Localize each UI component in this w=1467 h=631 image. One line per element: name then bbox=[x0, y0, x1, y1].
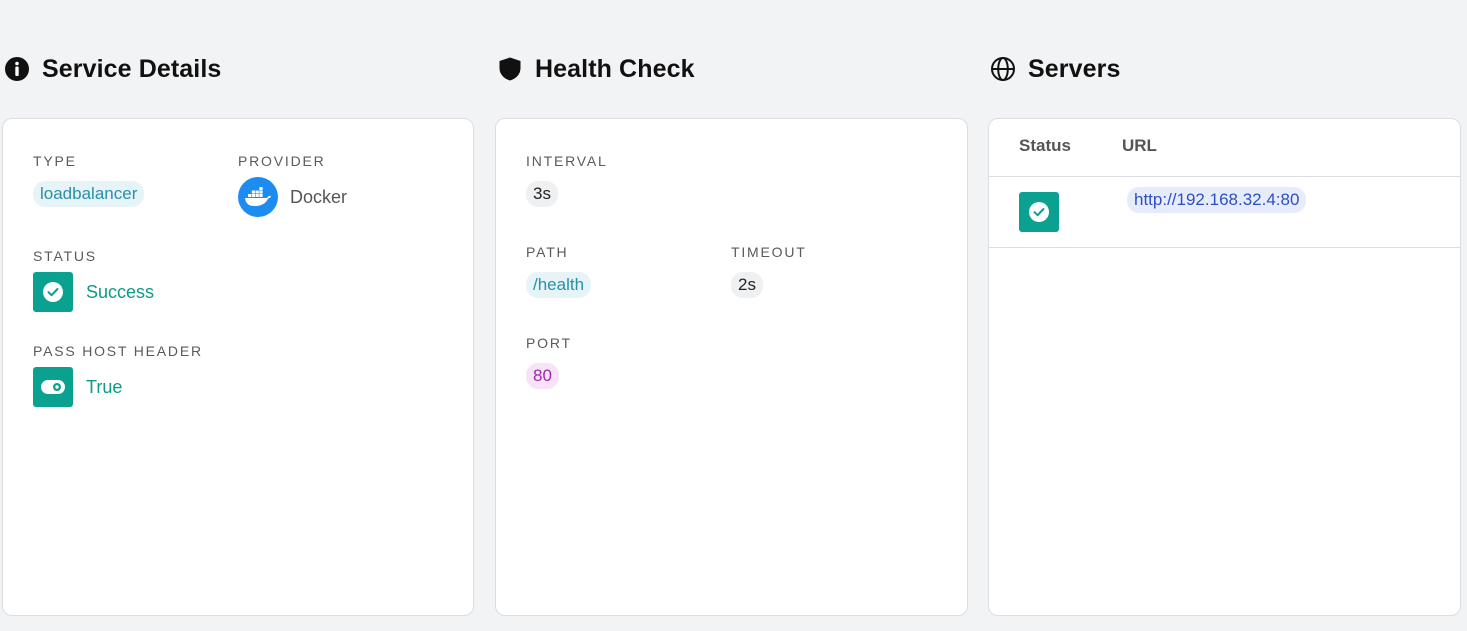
toggle-icon bbox=[33, 367, 73, 407]
port-label: PORT bbox=[526, 335, 572, 351]
health-check-header: Health Check bbox=[497, 52, 695, 86]
provider-field: PROVIDER Docker bbox=[238, 153, 347, 217]
interval-field: INTERVAL 3s bbox=[526, 153, 608, 207]
servers-header: Servers bbox=[990, 52, 1120, 86]
pass-host-header-value: True bbox=[86, 376, 123, 397]
type-field: TYPE loadbalancer bbox=[33, 153, 145, 207]
servers-title: Servers bbox=[1028, 54, 1121, 83]
timeout-value: 2s bbox=[731, 272, 763, 298]
servers-table-header: Status URL bbox=[989, 119, 1460, 177]
interval-value: 3s bbox=[526, 181, 558, 207]
info-circle-icon bbox=[4, 56, 30, 82]
pass-host-header-field: PASS HOST HEADER True bbox=[33, 343, 203, 407]
status-label: STATUS bbox=[33, 248, 97, 264]
port-field: PORT 80 bbox=[526, 335, 572, 389]
column-header-status: Status bbox=[1019, 136, 1071, 155]
provider-value: Docker bbox=[290, 186, 348, 207]
docker-icon bbox=[238, 177, 278, 217]
service-details-header: Service Details bbox=[4, 52, 221, 86]
provider-label: PROVIDER bbox=[238, 153, 326, 169]
service-details-title: Service Details bbox=[42, 54, 222, 83]
port-value: 80 bbox=[526, 363, 559, 389]
path-value: /health bbox=[526, 272, 592, 298]
server-url-link[interactable]: http://192.168.32.4:80 bbox=[1127, 187, 1307, 213]
interval-label: INTERVAL bbox=[526, 153, 608, 169]
column-header-url: URL bbox=[1122, 136, 1157, 155]
status-field: STATUS Success bbox=[33, 248, 154, 312]
path-field: PATH /health bbox=[526, 244, 592, 298]
timeout-field: TIMEOUT 2s bbox=[731, 244, 807, 298]
servers-card: Status URL http://192.168.32.4:80 bbox=[988, 118, 1461, 616]
check-circle-icon bbox=[1019, 192, 1059, 232]
type-label: TYPE bbox=[33, 153, 77, 169]
health-check-title: Health Check bbox=[535, 54, 695, 83]
service-details-card: TYPE loadbalancer PROVIDER Docker STATUS… bbox=[2, 118, 474, 616]
shield-icon bbox=[497, 56, 523, 82]
check-circle-icon bbox=[33, 272, 73, 312]
path-label: PATH bbox=[526, 244, 569, 260]
type-value: loadbalancer bbox=[33, 181, 145, 207]
globe-icon bbox=[990, 56, 1016, 82]
pass-host-header-label: PASS HOST HEADER bbox=[33, 343, 203, 359]
health-check-card: INTERVAL 3s PATH /health TIMEOUT 2s PORT… bbox=[495, 118, 968, 616]
timeout-label: TIMEOUT bbox=[731, 244, 807, 260]
status-value: Success bbox=[86, 281, 155, 302]
table-row[interactable]: http://192.168.32.4:80 bbox=[989, 177, 1460, 248]
